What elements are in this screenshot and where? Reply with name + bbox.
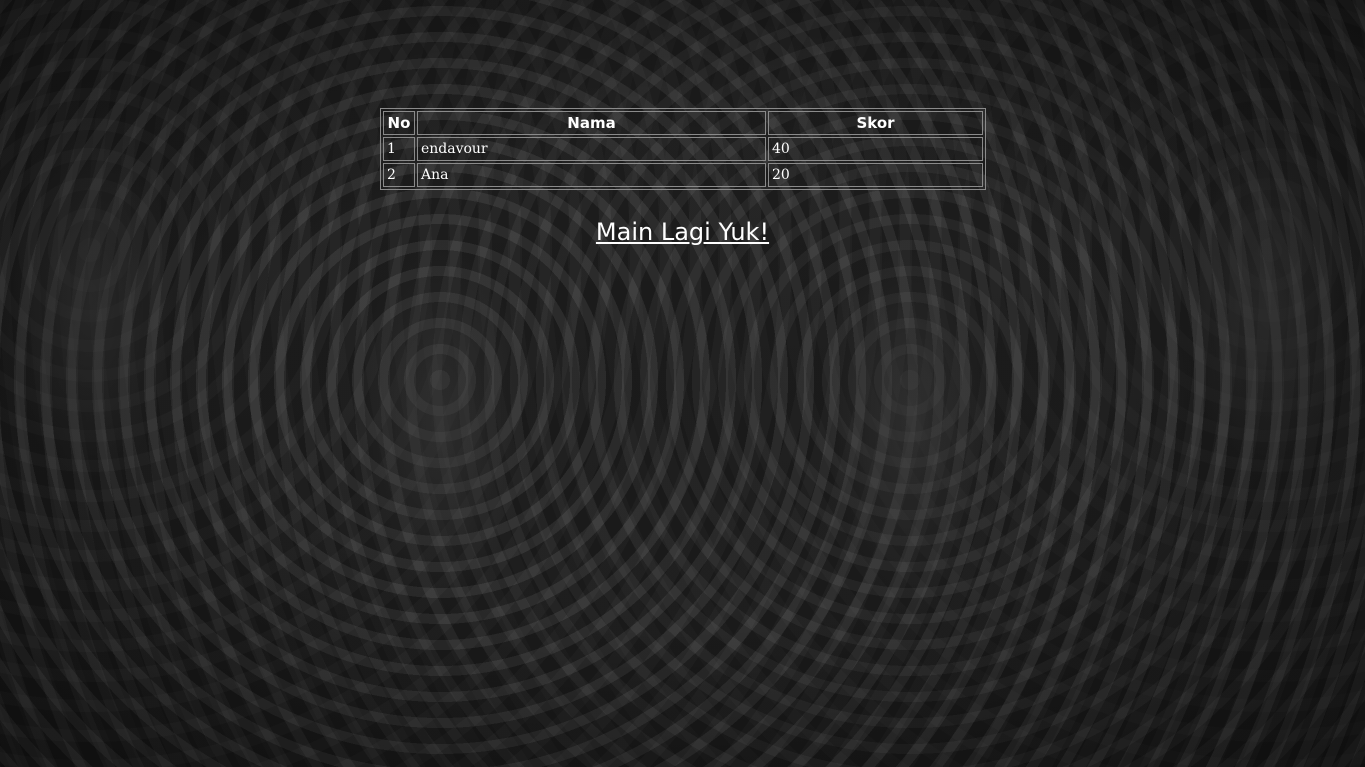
row-skor: 40 [768,137,983,161]
header-no: No [383,111,415,135]
play-again-container: Main Lagi Yuk! [0,218,1365,246]
row-no: 2 [383,163,415,187]
header-nama: Nama [416,111,767,135]
row-nama: endavour [416,137,767,161]
table-row: 2 Ana 20 [383,163,983,187]
row-no: 1 [383,137,415,161]
row-nama: Ana [416,163,767,187]
table-header-row: No Nama Skor [383,111,983,135]
play-again-link[interactable]: Main Lagi Yuk! [596,218,769,246]
table-row: 1 endavour 40 [383,137,983,161]
score-table: No Nama Skor 1 endavour 40 2 Ana 20 [380,108,986,190]
header-skor: Skor [768,111,983,135]
row-skor: 20 [768,163,983,187]
